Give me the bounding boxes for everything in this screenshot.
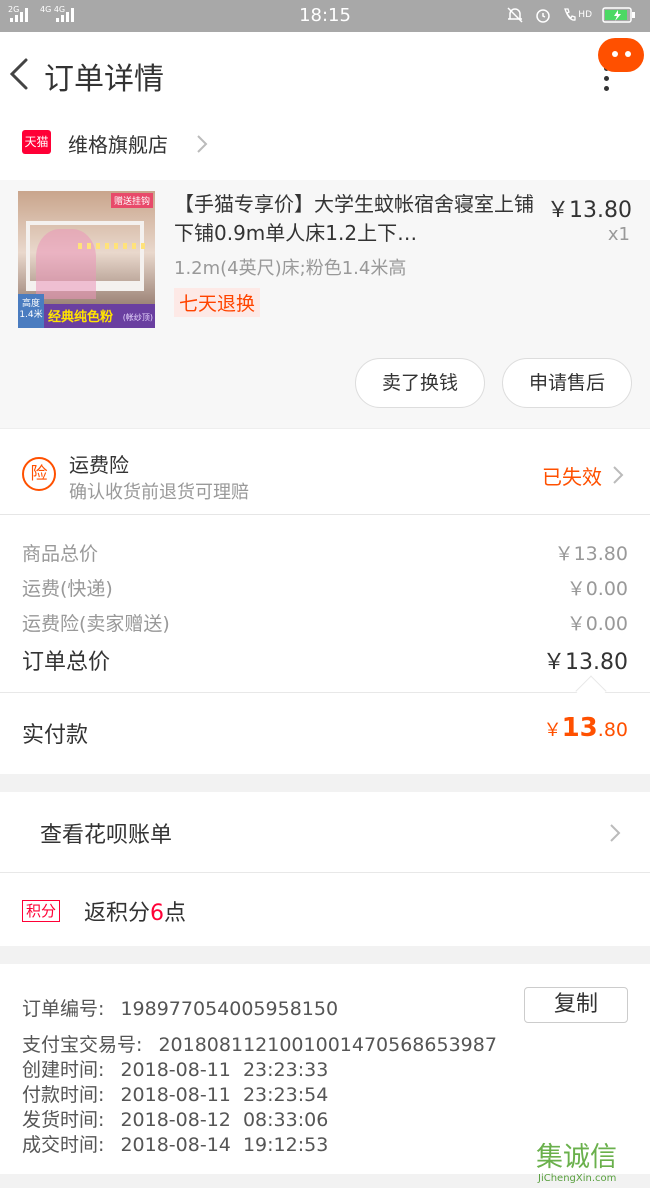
info-label: 付款时间: [22, 1084, 105, 1106]
navigation-bar: 订单详情 [0, 32, 650, 120]
after-sales-button[interactable]: 申请售后 [502, 358, 632, 408]
thumb-band-text: 经典纯色粉 [48, 310, 114, 325]
points-row: 积分 返积分6点 [0, 872, 650, 946]
order-total-label: 订单总价 [22, 650, 111, 675]
paid-label: 实付款 [22, 723, 89, 748]
info-label: 发货时间: [22, 1109, 105, 1131]
mute-bell-icon [507, 7, 523, 23]
insurance-icon: 险 [22, 457, 56, 491]
price-summary: 商品总价 ￥13.80 运费(快递) ￥0.00 运费险(卖家赠送) ￥0.00… [0, 514, 650, 692]
return-policy-tag: 七天退换 [174, 288, 261, 317]
paid-amount: ￥13.80 [544, 713, 628, 743]
order-total-row: 订单总价 ￥13.80 [22, 644, 628, 676]
completed-time-row: 成交时间: 2018-08-14 19:12:53 [22, 1130, 328, 1157]
alarm-icon [536, 9, 551, 23]
created-time-row: 创建时间: 2018-08-11 23:23:33 [22, 1055, 328, 1082]
shipping-insurance-row[interactable]: 险 运费险 确认收货前退货可理赔 已失效 [0, 428, 650, 514]
chevron-right-icon [197, 135, 208, 153]
summary-row: 商品总价 ￥13.80 [22, 539, 628, 566]
summary-row: 运费(快递) ￥0.00 [22, 574, 628, 601]
paid-decimal: .80 [597, 719, 628, 741]
shop-name[interactable]: 维格旗舰店 [68, 129, 168, 158]
info-label: 成交时间: [22, 1134, 105, 1156]
points-prefix: 返积分 [84, 901, 151, 926]
info-value: 2018-08-14 19:12:53 [120, 1134, 329, 1156]
summary-value: ￥0.00 [566, 613, 628, 635]
info-value: 2018-08-11 23:23:33 [120, 1059, 329, 1081]
paid-time-row: 付款时间: 2018-08-11 23:23:54 [22, 1080, 328, 1107]
gift-tag: 赠送挂钩 [110, 193, 153, 208]
product-quantity: x1 [607, 224, 630, 245]
insurance-status: 已失效 [542, 465, 602, 489]
tmall-logo-icon: 天猫 [22, 130, 51, 154]
summary-row: 运费险(卖家赠送) ￥0.00 [22, 609, 628, 636]
paid-currency: ￥ [543, 720, 562, 741]
watermark-url: JiChengXin.com [538, 1173, 617, 1184]
watermark-text: 集诚信 [536, 1142, 617, 1173]
alipay-trade-row: 支付宝交易号: 2018081121001001470568653987 [22, 1030, 497, 1057]
battery-icon [602, 7, 635, 23]
sell-button[interactable]: 卖了换钱 [355, 358, 485, 408]
points-badge: 积分 [22, 900, 61, 922]
product-price: ￥13.80 [547, 198, 632, 223]
thumb-band-small-text: (帐纱顶) [122, 313, 153, 322]
hd-label: HD [578, 10, 592, 20]
huabei-bill-row[interactable]: 查看花呗账单 [0, 792, 650, 872]
info-value: 2018-08-12 08:33:06 [120, 1109, 329, 1131]
product-title[interactable]: 【手猫专享价】大学生蚊帐宿舍寝室上铺下铺0.9m单人床1.2上下… [174, 190, 534, 248]
huabei-label: 查看花呗账单 [40, 823, 173, 848]
chevron-right-icon [613, 466, 624, 484]
order-number: 198977054005958150 [120, 998, 339, 1020]
paid-amount-row: 实付款 ￥13.80 [0, 675, 650, 774]
insurance-title: 运费险 [69, 453, 129, 477]
summary-label: 运费险(卖家赠送) [22, 613, 170, 635]
status-bar: 2G 4G 4G 18:15 HD [0, 0, 650, 32]
copy-button[interactable]: 复制 [524, 987, 628, 1023]
summary-value: ￥13.80 [554, 543, 628, 565]
message-bubble-icon[interactable] [598, 38, 644, 72]
order-item[interactable]: 赠送挂钩 经典纯色粉 (帐纱顶) 高度 1.4米 【手猫专享价】大学生蚊帐宿舍寝… [0, 180, 650, 428]
info-label: 支付宝交易号: [22, 1034, 143, 1056]
shipped-time-row: 发货时间: 2018-08-12 08:33:06 [22, 1105, 328, 1132]
order-number-row: 订单编号: 198977054005958150 [22, 994, 338, 1021]
page-title: 订单详情 [44, 62, 164, 97]
info-label: 订单编号: [22, 998, 105, 1020]
paid-integer: 13 [561, 713, 598, 743]
thumb-height-badge: 高度 1.4米 [18, 294, 44, 328]
points-suffix: 点 [164, 901, 187, 926]
info-label: 创建时间: [22, 1059, 105, 1081]
insurance-subtitle: 确认收货前退货可理赔 [69, 482, 249, 503]
back-arrow-icon[interactable] [4, 52, 38, 96]
hd-call-icon: HD [562, 7, 592, 23]
points-number: 6 [150, 901, 165, 926]
summary-label: 商品总价 [22, 543, 99, 565]
info-value: 2018081121001001470568653987 [158, 1034, 497, 1056]
product-sku: 1.2m(4英尺)床;粉色1.4米高 [174, 258, 407, 279]
summary-label: 运费(快递) [22, 578, 113, 600]
chevron-right-icon [610, 824, 621, 842]
order-total-value: ￥13.80 [543, 650, 628, 675]
product-thumbnail[interactable]: 赠送挂钩 经典纯色粉 (帐纱顶) 高度 1.4米 [18, 191, 155, 328]
points-text: 返积分6点 [84, 895, 186, 927]
shop-row[interactable]: 天猫 维格旗舰店 [0, 120, 650, 180]
summary-value: ￥0.00 [566, 578, 628, 600]
info-value: 2018-08-11 23:23:54 [120, 1084, 329, 1106]
watermark-logo: 集诚信 JiChengXin.com [536, 1135, 650, 1188]
